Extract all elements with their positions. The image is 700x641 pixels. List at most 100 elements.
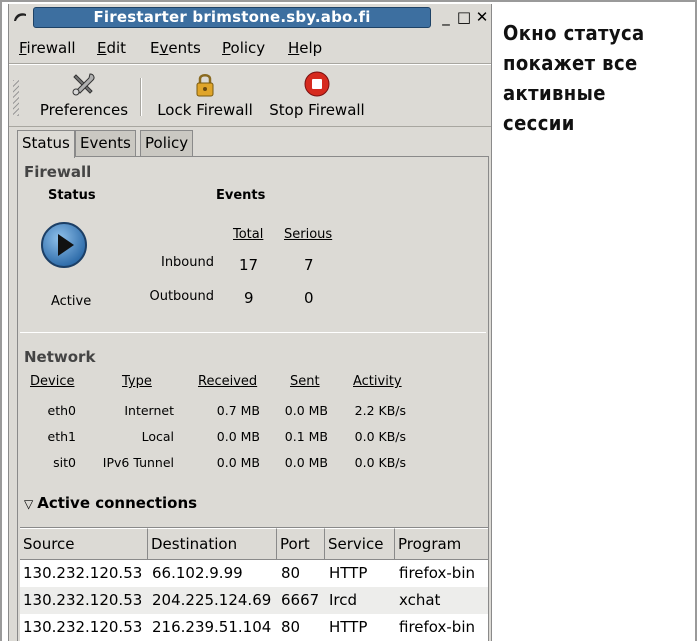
network-sent: 0.1 MB (284, 429, 328, 444)
outbound-serious: 0 (304, 289, 314, 307)
tab-status[interactable]: Status (17, 130, 75, 158)
active-connections-expander[interactable]: ▽ Active connections (24, 494, 197, 512)
toolbar-grip[interactable] (13, 80, 19, 116)
lock-firewall-button[interactable]: Lock Firewall (149, 70, 261, 124)
cell-program: xchat (399, 591, 441, 609)
padlock-icon (196, 74, 214, 97)
menu-help[interactable]: Help (288, 38, 322, 58)
table-row[interactable]: 130.232.120.53 204.225.124.69 6667 Ircd … (20, 587, 488, 614)
cell-service: HTTP (329, 618, 368, 636)
cell-program: firefox-bin (399, 564, 475, 582)
caption-line: активные (503, 81, 606, 105)
expander-triangle-icon: ▽ (24, 497, 34, 511)
device-header: Device (30, 374, 75, 389)
table-row[interactable]: 130.232.120.53 66.102.9.99 80 HTTP firef… (20, 560, 488, 587)
firewall-status-text: Active (51, 294, 92, 309)
stop-icon (304, 71, 330, 97)
column-header-source[interactable]: Source (20, 528, 148, 560)
menu-firewall[interactable]: Firewall (19, 38, 76, 58)
network-type: Local (141, 429, 174, 444)
menu-bar: Firewall Edit Events Policy Help (9, 32, 491, 62)
menu-policy-label: olicy (230, 39, 266, 57)
cell-service: HTTP (329, 564, 368, 582)
inbound-label: Inbound (160, 255, 214, 270)
toolbar-divider (9, 126, 491, 127)
menu-edit-label: dit (106, 39, 127, 57)
received-header: Received (198, 374, 258, 389)
window-menu-icon[interactable] (12, 10, 28, 24)
cell-source: 130.232.120.53 (23, 591, 143, 609)
cell-source: 130.232.120.53 (23, 564, 143, 582)
column-header-program[interactable]: Program (395, 528, 488, 560)
cell-port: 80 (281, 564, 301, 582)
network-type: IPv6 Tunnel (102, 455, 174, 470)
network-device: sit0 (53, 455, 76, 470)
window-title: Firestarter brimstone.sby.abo.fi (33, 7, 431, 28)
menu-firewall-mnemonic: F (19, 39, 27, 57)
cell-source: 130.232.120.53 (23, 618, 143, 636)
menubar-divider-highlight (9, 64, 491, 65)
cell-port: 6667 (281, 591, 320, 609)
tab-policy[interactable]: Policy (140, 130, 194, 156)
cell-destination: 66.102.9.99 (152, 564, 243, 582)
network-received: 0.0 MB (216, 455, 260, 470)
activity-header: Activity (353, 374, 402, 389)
network-received: 0.0 MB (216, 429, 260, 444)
caption-line: Окно статуса (503, 21, 645, 45)
network-activity: 2.2 KB/s (354, 403, 406, 418)
cell-port: 80 (281, 618, 301, 636)
tab-events[interactable]: Events (75, 130, 136, 156)
firewall-section-title: Firewall (24, 163, 92, 181)
cell-destination: 216.239.51.104 (152, 618, 272, 636)
column-header-port[interactable]: Port (277, 528, 325, 560)
minimize-button[interactable]: _ (438, 8, 454, 26)
network-activity: 0.0 KB/s (354, 429, 406, 444)
active-connections-title: Active connections (37, 494, 198, 512)
connections-table: Source Destination Port Service Program … (20, 527, 488, 641)
menu-policy[interactable]: Policy (222, 38, 265, 58)
caption-line: покажет все (503, 51, 638, 75)
status-panel: Firewall Status Events Total Serious Act… (17, 156, 489, 641)
cell-program: firefox-bin (399, 618, 475, 636)
sent-header: Sent (290, 374, 320, 389)
toolbar: Preferences Lock Firewall Stop Firewall (9, 66, 491, 126)
play-icon[interactable] (40, 221, 88, 269)
maximize-button[interactable]: □ (456, 8, 472, 26)
network-section-title: Network (24, 348, 96, 366)
status-header: Status (48, 188, 96, 203)
title-bar[interactable]: Firestarter brimstone.sby.abo.fi _ □ ✕ (9, 4, 491, 30)
network-type: Internet (124, 403, 174, 418)
menu-events-label: ents (168, 39, 201, 57)
column-header-service[interactable]: Service (325, 528, 395, 560)
caption-text: Окно статуса покажет все активные сессии (503, 18, 693, 138)
network-sent: 0.0 MB (284, 455, 328, 470)
menu-help-mnemonic: H (288, 39, 300, 57)
close-button[interactable]: ✕ (474, 8, 490, 26)
network-received: 0.7 MB (216, 403, 260, 418)
inbound-serious: 7 (304, 256, 314, 274)
total-header: Total (233, 227, 264, 242)
events-header: Events (216, 188, 266, 203)
network-activity: 0.0 KB/s (354, 455, 406, 470)
type-header: Type (122, 374, 152, 389)
preferences-label: Preferences (39, 101, 129, 119)
outbound-total: 9 (244, 289, 254, 307)
menu-events[interactable]: Events (150, 38, 201, 58)
firewall-network-divider (20, 332, 486, 333)
column-header-destination[interactable]: Destination (148, 528, 277, 560)
inbound-total: 17 (239, 256, 259, 274)
network-device: eth1 (47, 429, 76, 444)
network-sent: 0.0 MB (284, 403, 328, 418)
menu-edit[interactable]: Edit (97, 38, 126, 58)
caption-line: сессии (503, 111, 575, 135)
outbound-label: Outbound (149, 289, 214, 304)
cell-service: Ircd (329, 591, 358, 609)
table-row[interactable]: 130.232.120.53 216.239.51.104 80 HTTP fi… (20, 614, 488, 641)
toolbar-separator (140, 78, 142, 116)
cell-destination: 204.225.124.69 (152, 591, 272, 609)
menu-firewall-label: irewall (26, 39, 76, 57)
menu-policy-mnemonic: P (222, 39, 231, 57)
network-device: eth0 (47, 403, 76, 418)
stop-firewall-button[interactable]: Stop Firewall (265, 70, 369, 124)
preferences-button[interactable]: Preferences (31, 70, 137, 124)
